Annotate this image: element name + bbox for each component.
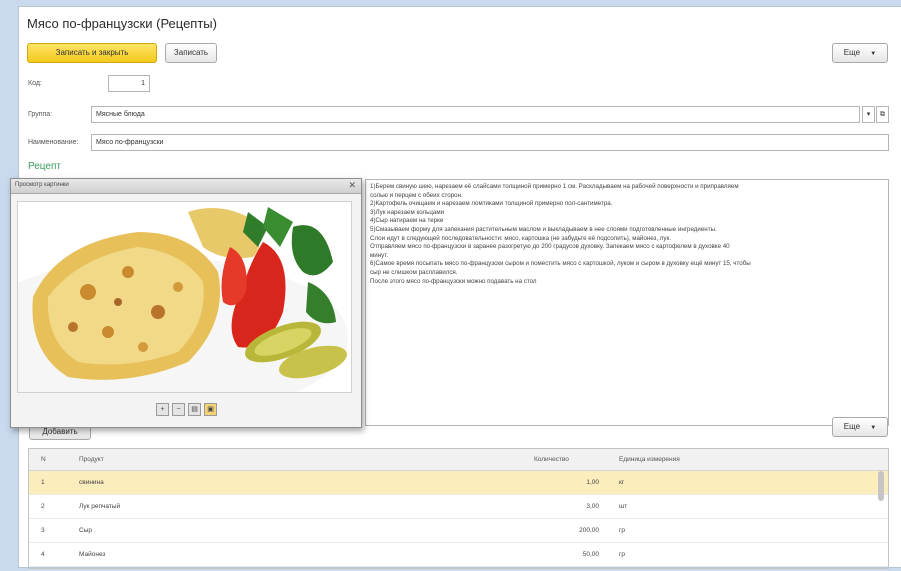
code-label: Код: [28,80,42,87]
recipe-textarea[interactable]: 1)Берем свиную шею, нарезаем её слайсами… [365,179,889,426]
cell-unit: гр [619,527,625,534]
zoom-in-icon[interactable]: + [156,403,169,416]
recipe-line: солью и перцем с обеих сторон. [370,191,463,199]
header-product[interactable]: Продукт [79,449,104,470]
more-button-label: Еще [843,48,861,57]
cell-n: 2 [41,503,45,510]
recipe-line: После этого мясо по-французски можно под… [370,277,537,285]
recipe-line: 5)Смазываем форму для запекания растител… [370,225,717,233]
save-icon[interactable]: ▣ [204,403,217,416]
cell-qty: 50,00 [582,551,599,558]
save-and-close-button[interactable]: Записать и закрыть [27,43,157,63]
table-row[interactable]: 2 Лук репчатый 3,00 шт [29,495,888,519]
image-viewer-title: Просмотр картинки [15,182,69,188]
cell-qty: 1,00 [586,479,599,486]
name-field[interactable]: Мясо по-французски [91,134,889,151]
cell-n: 4 [41,551,45,558]
group-dropdown-icon[interactable]: ▾ [862,106,875,123]
window-title: Мясо по-французски (Рецепты) [27,16,217,31]
cell-product: свинина [79,479,104,486]
table-scrollbar[interactable] [878,471,884,501]
recipe-line: сыр не слишком расплавился. [370,268,458,276]
recipe-line: минут. [370,251,389,259]
image-viewer-titlebar[interactable]: Просмотр картинки ✕ [11,179,361,194]
cell-unit: гр [619,551,625,558]
recipe-line: 3)Лук нарезаем кольцами [370,208,445,216]
table-header: N Продукт Количество Единица измерения [29,449,888,471]
group-label: Группа: [28,111,53,118]
recipe-line: 4)Сыр натираем на терке [370,217,444,225]
image-viewer-window: Просмотр картинки ✕ + − ▤ ▣ [10,178,362,428]
ingredients-table: N Продукт Количество Единица измерения 1… [28,448,889,569]
cell-unit: кг [619,479,625,486]
recipe-line: 6)Самое время посыпать мясо по-французск… [370,260,751,268]
recipe-line: Слои идут в следующей последовательности… [370,234,671,242]
save-button[interactable]: Записать [165,43,217,63]
table-row[interactable]: 4 Майонез 50,00 гр [29,543,888,567]
table-row[interactable]: 3 Сыр 200,00 гр [29,519,888,543]
table-dropdown-icon: ▼ [870,425,877,431]
image-toolbar: + − ▤ ▣ [156,403,220,417]
close-icon[interactable]: ✕ [348,180,356,191]
zoom-out-icon[interactable]: − [172,403,185,416]
table-more-button[interactable]: Еще ▼ [832,417,888,437]
cell-qty: 200,00 [579,527,599,534]
cell-product: Лук репчатый [79,503,121,510]
table-row[interactable]: 1 свинина 1,00 кг [29,471,888,495]
recipe-line: 1)Берем свиную шею, нарезаем её слайсами… [370,183,739,190]
recipe-section-title: Рецепт [28,161,61,172]
cell-n: 3 [41,527,45,534]
cell-unit: шт [619,503,628,510]
code-field[interactable]: 1 [108,75,150,92]
dish-illustration [18,207,348,392]
header-n[interactable]: N [41,449,46,470]
print-icon[interactable]: ▤ [188,403,201,416]
header-unit[interactable]: Единица измерения [619,449,680,470]
name-label: Наименование: [28,139,79,146]
group-field[interactable]: Мясные блюда [91,106,860,123]
cell-qty: 3,00 [586,503,599,510]
header-qty[interactable]: Количество [534,449,569,470]
recipe-line: 2)Картофель очищаем и нарезаем ломтиками… [370,200,613,208]
dropdown-icon: ▼ [870,51,877,57]
more-button[interactable]: Еще ▼ [832,43,888,63]
cell-product: Майонез [79,551,106,558]
cell-n: 1 [41,479,45,486]
table-more-label: Еще [843,422,861,431]
cell-product: Сыр [79,527,92,534]
recipe-line: Отправляем мясо по-французски в заранее … [370,243,730,251]
dish-photo [17,201,352,393]
group-open-icon[interactable]: ⧉ [876,106,889,123]
